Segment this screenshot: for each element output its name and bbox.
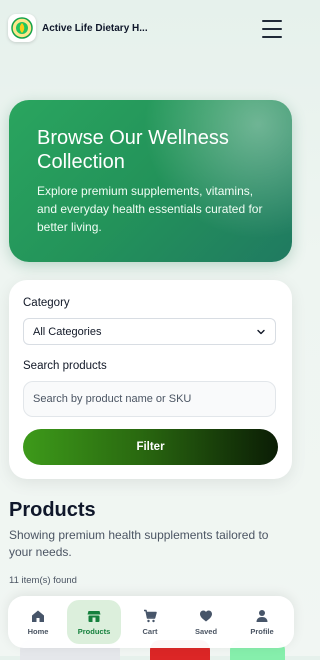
filter-button[interactable]: Filter xyxy=(23,429,278,465)
filter-card: Category All Categories Search products … xyxy=(9,280,292,479)
store-icon xyxy=(87,610,101,622)
hero-banner: Browse Our Wellness Collection Explore p… xyxy=(9,100,292,262)
bottom-navigation: Home Products Cart Saved Profile xyxy=(8,596,294,648)
products-heading: Products xyxy=(9,499,96,521)
cart-icon xyxy=(144,609,157,622)
hero-title: Browse Our Wellness Collection xyxy=(37,127,229,173)
search-input[interactable] xyxy=(23,381,276,417)
category-select[interactable]: All Categories xyxy=(23,318,276,345)
nav-saved-label: Saved xyxy=(194,626,218,636)
brand-logo[interactable] xyxy=(8,14,36,42)
profile-icon xyxy=(256,609,268,622)
search-label: Search products xyxy=(23,360,107,372)
nav-home-label: Home xyxy=(27,626,49,636)
nav-saved[interactable]: Saved xyxy=(179,600,233,644)
nav-products[interactable]: Products xyxy=(67,600,121,644)
category-select-value: All Categories xyxy=(33,326,102,338)
hero-subtitle: Explore premium supplements, vitamins, a… xyxy=(37,184,263,234)
brand-name[interactable]: Active Life Dietary H... xyxy=(42,23,148,34)
nav-cart-label: Cart xyxy=(142,626,158,636)
nav-profile-label: Profile xyxy=(250,626,274,636)
leaf-emblem-icon xyxy=(11,17,33,39)
app-header: Active Life Dietary H... xyxy=(0,0,300,62)
products-subtitle: Showing premium health supplements tailo… xyxy=(9,528,269,559)
nav-cart[interactable]: Cart xyxy=(123,600,177,644)
nav-products-label: Products xyxy=(77,626,111,636)
items-count: 11 item(s) found xyxy=(9,575,77,586)
nav-home[interactable]: Home xyxy=(11,600,65,644)
hamburger-menu-icon[interactable] xyxy=(262,20,282,38)
chevron-down-icon xyxy=(257,329,265,335)
heart-icon xyxy=(200,610,212,621)
category-label: Category xyxy=(23,297,70,309)
home-icon xyxy=(32,610,44,622)
nav-profile[interactable]: Profile xyxy=(235,600,289,644)
